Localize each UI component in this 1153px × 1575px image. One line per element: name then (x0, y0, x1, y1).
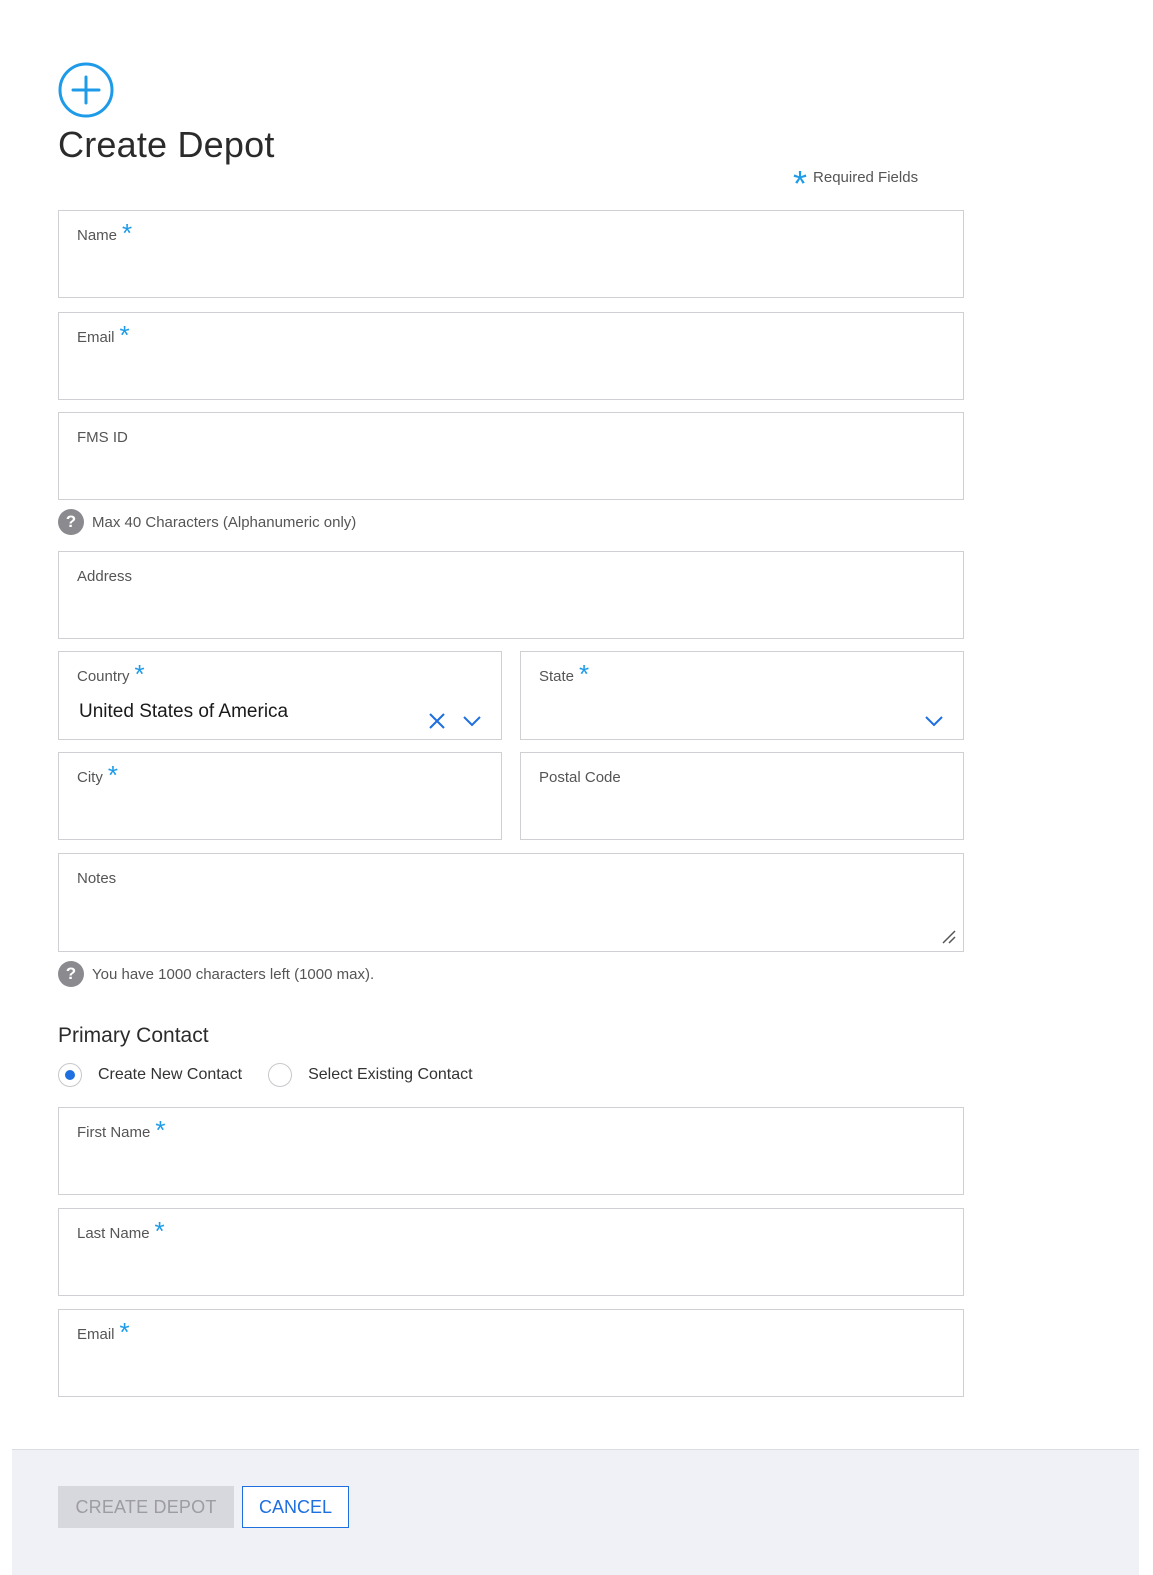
country-select[interactable]: Country * United States of America (58, 651, 502, 740)
required-star-icon: * (793, 163, 808, 204)
required-star-icon: * (579, 659, 590, 689)
country-label: Country * (77, 659, 145, 689)
required-fields-legend: * Required Fields (793, 163, 919, 204)
country-value: United States of America (79, 701, 289, 722)
close-icon[interactable] (428, 712, 446, 730)
email-label: Email * (77, 320, 130, 350)
state-select[interactable]: State * (520, 651, 964, 740)
required-star-icon: * (154, 1216, 165, 1246)
notes-label: Notes (77, 870, 117, 887)
fms-id-label: FMS ID (77, 429, 128, 446)
required-star-icon: * (119, 320, 130, 350)
radio-create-new-contact[interactable] (58, 1063, 82, 1087)
required-star-icon: * (119, 1317, 130, 1347)
question-icon: ? (58, 509, 84, 535)
required-star-icon: * (107, 760, 118, 790)
required-fields-text: Required Fields (813, 169, 919, 186)
resize-handle-icon[interactable] (941, 929, 957, 945)
first-name-label: First Name * (77, 1115, 166, 1145)
email-field[interactable]: Email * (58, 312, 964, 400)
form-footer: CREATE DEPOT CANCEL (12, 1449, 1139, 1575)
first-name-field[interactable]: First Name * (58, 1107, 964, 1195)
add-circle-icon (58, 62, 114, 118)
chevron-down-icon[interactable] (924, 714, 944, 728)
fms-id-field[interactable]: FMS ID (58, 412, 964, 500)
radio-label-create-new[interactable]: Create New Contact (98, 1066, 242, 1084)
address-field[interactable]: Address (58, 551, 964, 639)
radio-select-existing-contact[interactable] (268, 1063, 293, 1087)
contact-email-field[interactable]: Email * (58, 1309, 964, 1397)
name-field[interactable]: Name * (58, 210, 964, 298)
contact-radio-group: Create New Contact Select Existing Conta… (58, 1063, 499, 1087)
notes-hint: ? You have 1000 characters left (1000 ma… (58, 961, 374, 987)
postal-code-field[interactable]: Postal Code (520, 752, 964, 840)
required-star-icon: * (134, 659, 145, 689)
last-name-label: Last Name * (77, 1216, 165, 1246)
create-depot-button[interactable]: CREATE DEPOT (58, 1486, 234, 1528)
notes-textarea[interactable]: Notes (58, 853, 964, 952)
required-star-icon: * (155, 1115, 166, 1145)
cancel-button[interactable]: CANCEL (242, 1486, 349, 1528)
question-icon: ? (58, 961, 84, 987)
city-label: City * (77, 760, 118, 790)
required-star-icon: * (122, 218, 133, 248)
city-field[interactable]: City * (58, 752, 502, 840)
page-title: Create Depot (58, 124, 275, 165)
radio-label-select-existing[interactable]: Select Existing Contact (308, 1066, 473, 1084)
name-label: Name * (77, 218, 133, 248)
primary-contact-title: Primary Contact (58, 1024, 209, 1047)
chevron-down-icon[interactable] (462, 714, 482, 728)
last-name-field[interactable]: Last Name * (58, 1208, 964, 1296)
fms-id-hint: ? Max 40 Characters (Alphanumeric only) (58, 509, 356, 535)
postal-code-label: Postal Code (539, 769, 621, 786)
state-label: State * (539, 659, 590, 689)
address-label: Address (77, 568, 133, 585)
contact-email-label: Email * (77, 1317, 130, 1347)
